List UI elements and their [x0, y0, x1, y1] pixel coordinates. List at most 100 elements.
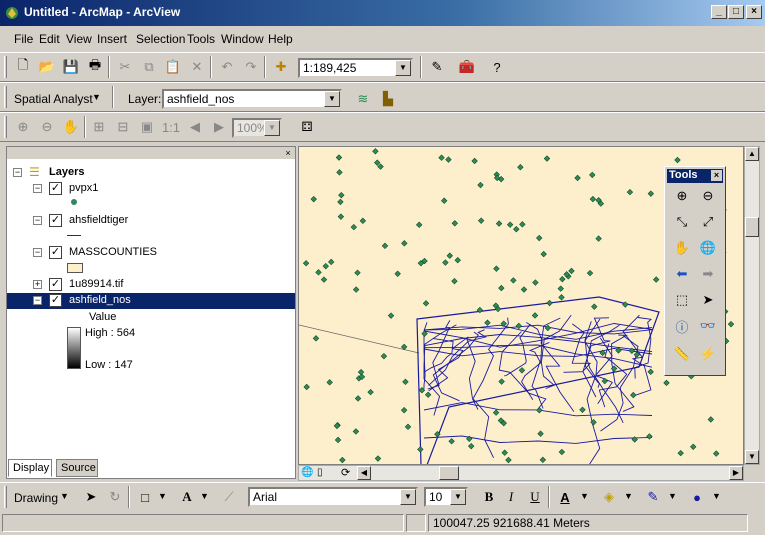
scroll-right-icon[interactable]: ▶: [729, 466, 743, 480]
bold-icon[interactable]: B: [478, 486, 500, 508]
pan-page-icon[interactable]: ✋: [60, 116, 82, 138]
select-features-icon[interactable]: ⬚: [671, 289, 693, 311]
toc-layer-pvpx1[interactable]: − ✓ pvpx1: [7, 181, 295, 197]
zoom-100-icon[interactable]: 1:1: [160, 116, 182, 138]
delete-icon[interactable]: ✕: [186, 56, 208, 78]
underline-icon[interactable]: U: [524, 486, 546, 508]
forward-arrow-icon[interactable]: ➡: [697, 263, 719, 285]
collapse-icon[interactable]: −: [33, 296, 42, 305]
redo-icon[interactable]: ↷: [240, 56, 262, 78]
fixed-zoom-out-icon[interactable]: ⤢: [697, 211, 719, 233]
scroll-thumb[interactable]: [745, 217, 759, 237]
minimize-button[interactable]: _: [711, 5, 727, 19]
collapse-icon[interactable]: −: [33, 184, 42, 193]
toc-layer-1u89914[interactable]: + ✓ 1u89914.tif: [7, 277, 295, 293]
print-icon[interactable]: 🖶: [84, 56, 106, 78]
map-horizontal-scrollbar[interactable]: 🌐 ▯ ⟳ ◀ ▶: [298, 465, 744, 481]
close-button[interactable]: ×: [746, 5, 762, 19]
scroll-left-icon[interactable]: ◀: [357, 466, 371, 480]
tools-window-title[interactable]: Tools ×: [667, 169, 723, 183]
open-folder-icon[interactable]: 📂: [36, 56, 58, 78]
chevron-down-icon[interactable]: ▼: [200, 491, 209, 501]
chevron-down-icon[interactable]: ▼: [400, 489, 416, 505]
zoom-in-icon[interactable]: ⊕: [671, 185, 693, 207]
full-extent-globe-icon[interactable]: 🌐: [697, 237, 719, 259]
select-elements-icon[interactable]: ➤: [80, 486, 102, 508]
menu-selection[interactable]: Selection: [136, 32, 185, 46]
pan-icon[interactable]: ✋: [671, 237, 693, 259]
layer-visibility-checkbox[interactable]: ✓: [49, 182, 62, 195]
arctoolbox-icon[interactable]: 🧰: [456, 56, 478, 78]
select-elements-icon[interactable]: ➤: [697, 289, 719, 311]
tab-source[interactable]: Source: [56, 459, 98, 477]
chevron-down-icon[interactable]: ▼: [264, 120, 280, 136]
zoom-whole-page-icon[interactable]: ▣: [136, 116, 158, 138]
spatial-analyst-menu[interactable]: Spatial Analyst: [14, 92, 93, 106]
paste-icon[interactable]: 📋: [162, 56, 184, 78]
toolbar-grip[interactable]: [4, 86, 7, 108]
copy-icon[interactable]: ⧉: [138, 56, 160, 78]
toolbar-grip[interactable]: [4, 486, 7, 508]
marker-color-icon[interactable]: ●: [686, 486, 708, 508]
contour-icon[interactable]: ≋: [352, 88, 374, 110]
chevron-down-icon[interactable]: ▼: [324, 91, 340, 107]
toc-layer-masscounties[interactable]: − ✓ MASSCOUNTIES: [7, 245, 295, 261]
toolbar-grip[interactable]: [4, 56, 7, 78]
data-view-icon[interactable]: 🌐: [301, 467, 313, 478]
line-color-icon[interactable]: ✎: [642, 486, 664, 508]
chevron-down-icon[interactable]: ▼: [60, 491, 69, 501]
chevron-down-icon[interactable]: ▼: [158, 491, 167, 501]
tab-display[interactable]: Display: [8, 459, 52, 477]
measure-icon[interactable]: 📏: [671, 343, 693, 365]
layer-combo[interactable]: ashfield_nos ▼: [162, 89, 342, 109]
back-arrow-icon[interactable]: ⬅: [671, 263, 693, 285]
hyperlink-icon[interactable]: ⚡: [697, 343, 719, 365]
menu-edit[interactable]: Edit: [39, 32, 60, 46]
toc-root-layers[interactable]: − ☰ Layers: [7, 165, 295, 181]
maximize-button[interactable]: □: [728, 5, 744, 19]
menu-file[interactable]: File: [14, 32, 33, 46]
toc-layer-ashfield-nos[interactable]: − ✓ ashfield_nos: [7, 293, 295, 309]
font-color-icon[interactable]: A: [554, 486, 576, 508]
zoom-in-page-icon[interactable]: ⊕: [12, 116, 34, 138]
fixed-zoom-in-icon[interactable]: ⤡: [671, 211, 693, 233]
new-document-icon[interactable]: 🗋: [12, 56, 34, 78]
chevron-down-icon[interactable]: ▼: [580, 491, 589, 501]
find-binoculars-icon[interactable]: 👓: [697, 315, 719, 337]
layout-view-icon[interactable]: ▯: [317, 467, 323, 478]
layer-visibility-checkbox[interactable]: ✓: [49, 246, 62, 259]
rotate-icon[interactable]: ↻: [104, 486, 126, 508]
save-icon[interactable]: 💾: [60, 56, 82, 78]
editor-toolbar-icon[interactable]: ✎: [426, 56, 448, 78]
toggle-draft-mode-icon[interactable]: ⚃: [296, 116, 318, 138]
chevron-down-icon[interactable]: ▼: [395, 60, 411, 76]
add-data-icon[interactable]: ✚: [270, 56, 292, 78]
italic-icon[interactable]: I: [500, 486, 522, 508]
layer-visibility-checkbox[interactable]: ✓: [49, 294, 62, 307]
toolbar-grip[interactable]: [4, 116, 7, 138]
menu-tools[interactable]: Tools: [187, 32, 215, 46]
rectangle-icon[interactable]: □: [134, 486, 156, 508]
menu-insert[interactable]: Insert: [97, 32, 127, 46]
zoom-out-icon[interactable]: ⊖: [697, 185, 719, 207]
chevron-down-icon[interactable]: ▼: [624, 491, 633, 501]
collapse-icon[interactable]: −: [33, 216, 42, 225]
menu-view[interactable]: View: [66, 32, 92, 46]
map-scale-combo[interactable]: 1:189,425 ▼: [298, 58, 413, 78]
chevron-down-icon[interactable]: ▼: [450, 489, 466, 505]
close-icon[interactable]: ×: [283, 148, 293, 158]
undo-icon[interactable]: ↶: [216, 56, 238, 78]
scroll-up-icon[interactable]: ▲: [745, 147, 759, 161]
map-vertical-scrollbar[interactable]: ▲ ▼: [744, 146, 760, 465]
fixed-zoom-in-icon[interactable]: ⊞: [88, 116, 110, 138]
chevron-down-icon[interactable]: ▼: [668, 491, 677, 501]
chevron-down-icon[interactable]: ▼: [712, 491, 721, 501]
expand-icon[interactable]: +: [33, 280, 42, 289]
refresh-icon[interactable]: ⟳: [341, 466, 350, 479]
identify-icon[interactable]: ⓘ: [671, 315, 693, 337]
collapse-icon[interactable]: −: [13, 168, 22, 177]
fixed-zoom-out-icon[interactable]: ⊟: [112, 116, 134, 138]
histogram-icon[interactable]: ▙: [377, 88, 399, 110]
toc-layer-ahsfieldtiger[interactable]: − ✓ ahsfieldtiger: [7, 213, 295, 229]
whats-this-help-icon[interactable]: ?: [486, 56, 508, 78]
